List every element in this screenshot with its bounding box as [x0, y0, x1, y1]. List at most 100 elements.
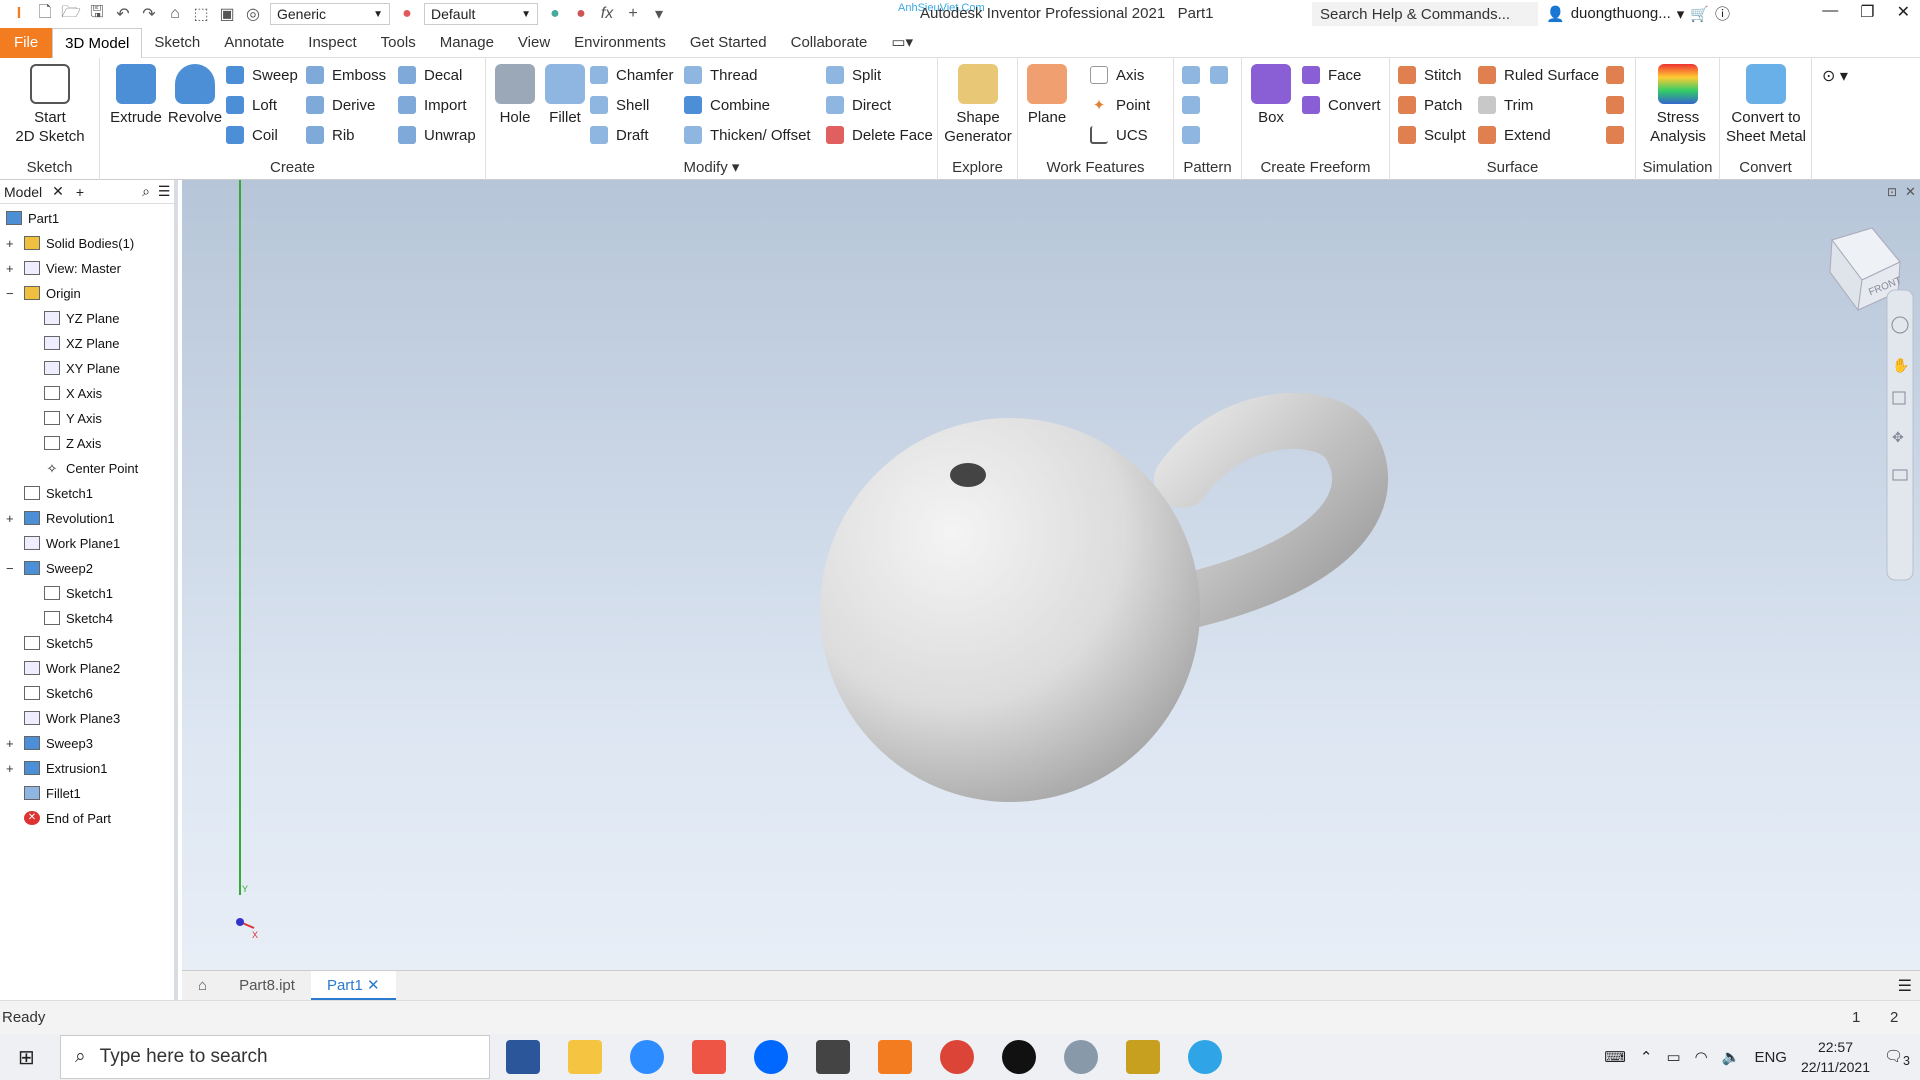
hole-button[interactable]: Hole	[490, 64, 540, 127]
tree-item[interactable]: Sketch5	[24, 631, 93, 655]
surface-tool-2-button[interactable]	[1606, 96, 1632, 114]
close-icon[interactable]: ✕	[367, 977, 380, 994]
tree-item[interactable]: Fillet1	[24, 781, 81, 805]
tab-tools[interactable]: Tools	[369, 28, 428, 58]
tree-item[interactable]: Y Axis	[44, 406, 102, 430]
unwrap-button[interactable]: Unwrap	[398, 126, 476, 144]
teapot-body[interactable]	[820, 418, 1200, 802]
open-file-icon[interactable]: 🗁	[60, 3, 82, 25]
thread-button[interactable]: Thread	[684, 66, 758, 84]
viewport-restore-icon[interactable]: ⊡	[1887, 185, 1897, 199]
restore-icon[interactable]: ❐	[1860, 2, 1874, 22]
tab-inspect[interactable]: Inspect	[296, 28, 368, 58]
tree-item[interactable]: ✕ End of Part	[24, 806, 111, 830]
patch-button[interactable]: Patch	[1398, 96, 1462, 114]
tabs-menu-icon[interactable]: ☰	[1898, 976, 1920, 996]
tab-environments[interactable]: Environments	[562, 28, 678, 58]
tree-item[interactable]: Work Plane3	[24, 706, 120, 730]
tree-item[interactable]: XY Plane	[44, 356, 120, 380]
expand-icon[interactable]: +	[6, 236, 14, 251]
tree-item[interactable]: + Solid Bodies(1)	[6, 231, 134, 255]
collapse-icon[interactable]: −	[6, 286, 14, 301]
direct-button[interactable]: Direct	[826, 96, 891, 114]
convert-to-sheet-metal-button[interactable]: Convert to Sheet Metal	[1722, 64, 1810, 146]
fx-parameters-icon[interactable]: fx	[596, 3, 618, 25]
panel-title-modify[interactable]: Modify ▾	[486, 158, 937, 176]
add-tab-icon[interactable]: +	[76, 184, 84, 200]
user-account[interactable]: 👤 duongthuong... ▾ 🛒 ⓘ	[1546, 3, 1730, 24]
minimize-icon[interactable]: —	[1822, 2, 1838, 22]
revolve-button[interactable]: Revolve	[164, 64, 226, 127]
tree-item[interactable]: XZ Plane	[44, 331, 119, 355]
tab-file[interactable]: File	[0, 27, 53, 58]
orbit-icon[interactable]: ✥	[1892, 429, 1904, 445]
adjust-appearance-icon[interactable]: ●	[544, 3, 566, 25]
shell-button[interactable]: Shell	[590, 96, 649, 114]
redo-icon[interactable]: ↷	[138, 3, 160, 25]
surface-tool-3-button[interactable]	[1606, 126, 1632, 144]
word-app-icon[interactable]	[506, 1040, 540, 1074]
mirror-button[interactable]	[1210, 66, 1236, 84]
teapot-handle[interactable]	[1154, 392, 1388, 628]
clear-appearance-icon[interactable]: ●	[570, 3, 592, 25]
chrome-app-icon[interactable]	[940, 1040, 974, 1074]
file-explorer-icon[interactable]	[568, 1040, 602, 1074]
material-dropdown[interactable]: Generic ▼	[270, 3, 390, 25]
doc-tab-part8[interactable]: Part8.ipt	[223, 971, 311, 1001]
network-app-icon[interactable]	[1064, 1040, 1098, 1074]
new-file-icon[interactable]: 🗋	[34, 3, 56, 25]
tab-manage[interactable]: Manage	[428, 28, 506, 58]
stitch-button[interactable]: Stitch	[1398, 66, 1462, 84]
expand-icon[interactable]: +	[6, 511, 14, 526]
tree-item[interactable]: Sketch1	[24, 481, 93, 505]
expand-icon[interactable]: +	[6, 736, 14, 751]
trim-button[interactable]: Trim	[1478, 96, 1533, 114]
face-button[interactable]: Face	[1302, 66, 1361, 84]
graphics-window[interactable]: FRONT ✋ ✥ ⊡ ✕ X Y	[182, 180, 1920, 970]
menu-icon[interactable]: ☰	[158, 183, 171, 200]
tree-item[interactable]: X Axis	[44, 381, 102, 405]
help-search-input[interactable]: Search Help & Commands...	[1312, 2, 1538, 26]
plane-button[interactable]: Plane	[1022, 64, 1072, 127]
tab-3d-model[interactable]: 3D Model	[52, 27, 143, 58]
draft-button[interactable]: Draft	[590, 126, 649, 144]
tree-item[interactable]: YZ Plane	[44, 306, 119, 330]
surface-tool-1-button[interactable]	[1606, 66, 1632, 84]
combine-button[interactable]: Combine	[684, 96, 770, 114]
axis-button[interactable]: Axis	[1090, 66, 1144, 84]
tree-item[interactable]: Sketch4	[44, 606, 113, 630]
inventor-app-icon[interactable]	[878, 1040, 912, 1074]
zoom-app-icon[interactable]	[630, 1040, 664, 1074]
expand-icon[interactable]: +	[6, 761, 14, 776]
point-button[interactable]: ✦ Point	[1090, 96, 1151, 115]
zalo-app-icon[interactable]	[754, 1040, 788, 1074]
tab-annotate[interactable]: Annotate	[212, 28, 296, 58]
shape-generator-button[interactable]: Shape Generator	[942, 64, 1014, 146]
material-sphere-icon[interactable]: ◎	[242, 3, 264, 25]
sweep-button[interactable]: Sweep	[226, 66, 298, 84]
tab-view[interactable]: View	[506, 28, 562, 58]
emboss-button[interactable]: Emboss	[306, 66, 386, 84]
extrude-button[interactable]: Extrude	[106, 64, 166, 127]
tree-item[interactable]: + Revolution1	[6, 506, 115, 530]
collapse-icon[interactable]: −	[6, 561, 14, 576]
tree-item[interactable]: Work Plane1	[24, 531, 120, 555]
browser-tab-model[interactable]: Model	[4, 184, 42, 200]
delete-face-button[interactable]: Delete Face	[826, 126, 933, 144]
close-icon[interactable]: ✕	[52, 183, 64, 200]
keyboard-icon[interactable]: ⌨	[1604, 1048, 1626, 1066]
select-icon[interactable]: ⬚	[190, 3, 212, 25]
taskbar-search-input[interactable]: ⌕ Type here to search	[60, 1035, 490, 1079]
garena-app-icon[interactable]	[692, 1040, 726, 1074]
search-icon[interactable]: ⌕	[142, 183, 150, 200]
windows-start-icon[interactable]: ⊞	[18, 1045, 35, 1070]
box-button[interactable]: Box	[1246, 64, 1296, 127]
tree-item[interactable]: ✧ Center Point	[44, 456, 139, 480]
update-icon[interactable]: ▣	[216, 3, 238, 25]
tab-get-started[interactable]: Get Started	[678, 28, 779, 58]
chamfer-button[interactable]: Chamfer	[590, 66, 674, 84]
split-button[interactable]: Split	[826, 66, 881, 84]
clock[interactable]: 22:57 22/11/2021	[1801, 1037, 1870, 1077]
extend-button[interactable]: Extend	[1478, 126, 1551, 144]
help-icon[interactable]: ⓘ	[1715, 3, 1730, 24]
